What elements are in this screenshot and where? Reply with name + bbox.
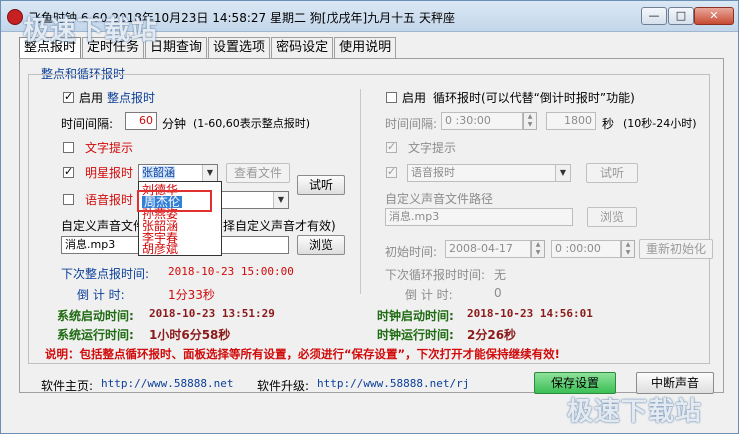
enable-hourly-checkbox[interactable] [63, 90, 74, 103]
next-chime-value: 2018-10-23 15:00:00 [168, 265, 294, 278]
init-time-label: 初始时间: [385, 245, 438, 259]
tab-settings[interactable]: 设置选项 [208, 37, 271, 58]
loop-voice-select[interactable]: 语音报时 ▼ [407, 164, 571, 182]
loop-countdown-label: 倒 计 时: [405, 288, 453, 302]
star-chime-checkbox[interactable] [63, 165, 74, 178]
next-loop-label: 下次循环报时时间: [385, 268, 486, 282]
app-logo-icon [7, 9, 23, 25]
spin-updown-icon[interactable]: ▲ ▼ [523, 112, 537, 130]
upgrade-link[interactable]: http://www.58888.net/rj [317, 377, 469, 390]
loop-browse-button[interactable]: 浏览 [587, 207, 637, 227]
spin-updown-icon[interactable]: ▲ ▼ [621, 240, 635, 258]
chevron-down-icon: ▼ [273, 192, 288, 208]
next-loop-value: 无 [494, 268, 507, 282]
loop-custom-path-label: 自定义声音文件路径 [385, 192, 494, 206]
voice-select[interactable]: ▼ [221, 191, 289, 209]
spin-updown-icon[interactable]: ▲ ▼ [531, 240, 545, 258]
selection-highlight-box [137, 190, 212, 212]
clock-run-label: 时钟运行时间: [377, 328, 454, 342]
loop-voice-checkbox[interactable] [386, 165, 397, 178]
browse-button[interactable]: 浏览 [297, 235, 345, 255]
loop-text-prompt-label: 文字提示 [408, 141, 457, 155]
system-start-value: 2018-10-23 13:51:29 [149, 307, 275, 320]
enable-hourly-label: 启用 [79, 91, 104, 105]
enable-loop-label: 启用 [402, 91, 427, 105]
app-window: 飞鱼时钟 6.60 2018年10月23日 14:58:27 星期二 狗[戊戌年… [0, 0, 739, 434]
custom-path-label-a: 自定义声音文件 [61, 219, 146, 233]
loop-countdown-value: 0 [494, 286, 502, 300]
notice-text: 说明：包括整点循环报时、面板选择等所有设置，必须进行“保存设置”，下次打开才能保… [45, 347, 560, 361]
clock-run-value: 2分26秒 [467, 328, 517, 342]
loop-listen-button[interactable]: 试听 [586, 163, 638, 183]
close-button[interactable]: ✕ [694, 7, 734, 25]
voice-chime-checkbox[interactable] [63, 194, 74, 205]
minimize-button[interactable]: — [641, 7, 667, 25]
tab-password[interactable]: 密码设定 [271, 37, 334, 58]
listen-button[interactable]: 试听 [297, 175, 345, 195]
star-select[interactable]: 张韶涵 ▼ [138, 164, 218, 182]
maximize-button[interactable]: □ [668, 7, 694, 25]
watermark-bottom: 极速下载站 [567, 397, 703, 427]
countdown-label: 倒 计 时: [77, 288, 125, 302]
loop-chime-label: 循环报时(可以代替“倒计时报时”功能) [433, 91, 635, 105]
interval-hint: (1-60,60表示整点报时) [193, 117, 311, 130]
clock-start-value: 2018-10-23 14:56:01 [467, 307, 593, 320]
loop-interval-label: 时间间隔: [385, 117, 438, 131]
loop-seconds-input[interactable]: 1800 [546, 112, 596, 130]
loop-seconds-unit: 秒 [602, 117, 615, 131]
loop-text-prompt-checkbox[interactable] [386, 140, 397, 153]
watermark-top: 极速下载站 [23, 16, 159, 46]
view-file-button[interactable]: 查看文件 [226, 163, 290, 183]
text-prompt-label: 文字提示 [85, 141, 134, 155]
system-run-label: 系统运行时间: [57, 328, 134, 342]
home-label: 软件主页: [41, 379, 94, 393]
loop-custom-path-input[interactable]: 消息.mp3 [385, 208, 573, 226]
hourly-chime-label: 整点报时 [107, 91, 156, 105]
clock-start-label: 时钟启动时间: [377, 309, 454, 323]
star-chime-label: 明星报时 [85, 166, 134, 180]
loop-voice-selected: 语音报时 [411, 166, 455, 179]
dropdown-item[interactable]: 胡彦斌 [142, 243, 178, 255]
loop-seconds-hint: (10秒-24小时) [623, 117, 697, 130]
custom-path-label-b: 择自定义声音才有效) [223, 219, 336, 233]
init-time-input[interactable]: 0 :00:00 [551, 240, 621, 258]
tab-help[interactable]: 使用说明 [334, 37, 397, 58]
reinitialize-button[interactable]: 重新初始化 [639, 239, 713, 259]
column-divider [360, 89, 361, 294]
system-start-label: 系统启动时间: [57, 309, 134, 323]
voice-chime-label: 语音报时 [85, 193, 134, 207]
upgrade-label: 软件升级: [257, 379, 310, 393]
star-selected-value: 张韶涵 [142, 166, 175, 179]
interval-input[interactable]: 60 [125, 112, 157, 130]
interval-unit: 分钟 [162, 117, 187, 131]
interval-label: 时间间隔: [61, 117, 114, 131]
chevron-down-icon: ▼ [202, 165, 217, 181]
enable-loop-checkbox[interactable] [386, 92, 397, 103]
init-date-input[interactable]: 2008-04-17 [445, 240, 531, 258]
loop-interval-input[interactable]: 0 :30:00 [441, 112, 523, 130]
home-link[interactable]: http://www.58888.net [101, 377, 233, 390]
chevron-down-icon: ▼ [555, 165, 570, 181]
system-run-value: 1小时6分58秒 [149, 328, 231, 342]
countdown-value: 1分33秒 [168, 288, 215, 302]
text-prompt-checkbox[interactable] [63, 142, 74, 153]
next-chime-label: 下次整点报时间: [61, 267, 150, 281]
